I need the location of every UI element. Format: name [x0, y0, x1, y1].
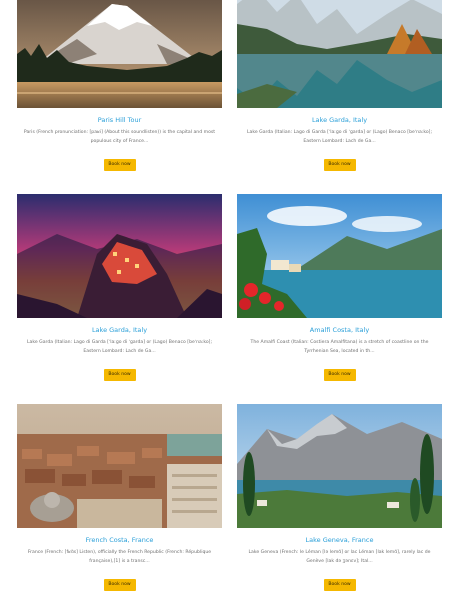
tour-card: Lake Geneva, France Lake Geneva (French:… — [237, 404, 442, 591]
card-title[interactable]: Lake Garda, Italy — [17, 326, 222, 334]
snowy-mountain-lake-photo[interactable] — [17, 0, 222, 108]
tour-card: Paris Hill Tour Paris (French pronunciat… — [17, 0, 222, 171]
card-description: France (French: [fʁɑ̃s] Listen), officia… — [27, 550, 212, 564]
book-now-button[interactable]: Book now — [103, 579, 136, 591]
card-title[interactable]: Paris Hill Tour — [17, 116, 222, 124]
tour-card: Lake Garda, Italy Lake Garda (Italian: L… — [17, 194, 222, 381]
city-aerial-view-photo[interactable] — [17, 404, 222, 528]
card-description: Lake Geneva (French: le Léman [lə lemɑ̃]… — [248, 550, 431, 564]
card-description: The Amalfi Coast (Italian: Costiera Amal… — [250, 340, 429, 354]
card-title[interactable]: French Costa, France — [17, 536, 222, 544]
mountain-lake-reflection-photo[interactable] — [237, 0, 442, 108]
book-now-button[interactable]: Book now — [323, 579, 356, 591]
card-title[interactable]: Lake Geneva, France — [237, 536, 442, 544]
tour-card: Amalfi Costa, Italy The Amalfi Coast (It… — [237, 194, 442, 381]
card-description: Paris (French pronunciation: [paʁi] (Abo… — [23, 130, 216, 144]
book-now-button[interactable]: Book now — [103, 369, 136, 381]
tour-card: French Costa, France France (French: [fʁ… — [17, 404, 222, 591]
card-title[interactable]: Lake Garda, Italy — [237, 116, 442, 124]
book-now-button[interactable]: Book now — [323, 159, 356, 171]
book-now-button[interactable]: Book now — [103, 159, 136, 171]
card-description: Lake Garda (Italian: Lago di Garda [ˈlaː… — [26, 340, 212, 354]
book-now-button[interactable]: Book now — [323, 369, 356, 381]
coastal-village-sunset-photo[interactable] — [17, 194, 222, 318]
lakeside-flowers-photo[interactable] — [237, 194, 442, 318]
tour-card: Lake Garda, Italy Lake Garda (Italian: L… — [237, 0, 442, 171]
alpine-lake-cypress-photo[interactable] — [237, 404, 442, 528]
card-title[interactable]: Amalfi Costa, Italy — [237, 326, 442, 334]
card-description: Lake Garda (Italian: Lago di Garda [ˈlaː… — [246, 130, 432, 144]
